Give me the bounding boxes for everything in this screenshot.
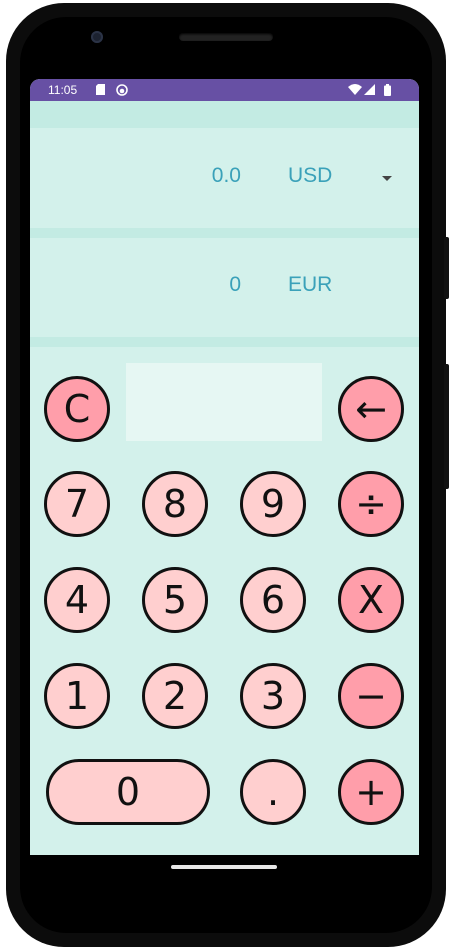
front-camera [91, 31, 103, 43]
bottom-divider [30, 337, 419, 347]
signal-icon [364, 84, 375, 95]
volume-button [444, 364, 449, 489]
app-screen: 11:05 0.0 USD 0 EUR C ← 7 8 9 ÷ 4 5 6 X … [30, 79, 419, 855]
divide-button[interactable]: ÷ [338, 471, 404, 537]
digit-0-button[interactable]: 0 [46, 759, 210, 825]
circle-face-icon [116, 84, 128, 96]
chevron-down-icon[interactable] [382, 176, 392, 181]
middle-divider [30, 228, 419, 238]
digit-7-button[interactable]: 7 [44, 471, 110, 537]
power-button [444, 237, 449, 299]
digit-5-button[interactable]: 5 [142, 567, 208, 633]
digit-1-button[interactable]: 1 [44, 663, 110, 729]
backspace-button[interactable]: ← [338, 376, 404, 442]
sd-card-icon [96, 84, 105, 95]
add-button[interactable]: + [338, 759, 404, 825]
digit-4-button[interactable]: 4 [44, 567, 110, 633]
expression-display[interactable] [126, 363, 322, 441]
digit-6-button[interactable]: 6 [240, 567, 306, 633]
battery-icon [384, 84, 391, 96]
digit-2-button[interactable]: 2 [142, 663, 208, 729]
earpiece-speaker [179, 33, 273, 41]
multiply-button[interactable]: X [338, 567, 404, 633]
status-time: 11:05 [48, 83, 78, 97]
to-currency-row: 0 EUR [30, 238, 419, 337]
to-amount: 0 [229, 273, 241, 296]
digit-3-button[interactable]: 3 [240, 663, 306, 729]
top-divider [30, 101, 419, 128]
status-bar: 11:05 [30, 79, 419, 101]
from-currency-row[interactable]: 0.0 USD [30, 128, 419, 228]
decimal-button[interactable]: . [240, 759, 306, 825]
from-amount: 0.0 [211, 164, 241, 187]
digit-8-button[interactable]: 8 [142, 471, 208, 537]
clear-button[interactable]: C [44, 376, 110, 442]
digit-9-button[interactable]: 9 [240, 471, 306, 537]
wifi-icon [348, 84, 362, 95]
subtract-button[interactable]: − [338, 663, 404, 729]
from-currency[interactable]: USD [288, 164, 332, 188]
home-gesture-bar[interactable] [171, 865, 277, 869]
to-currency: EUR [288, 273, 333, 296]
